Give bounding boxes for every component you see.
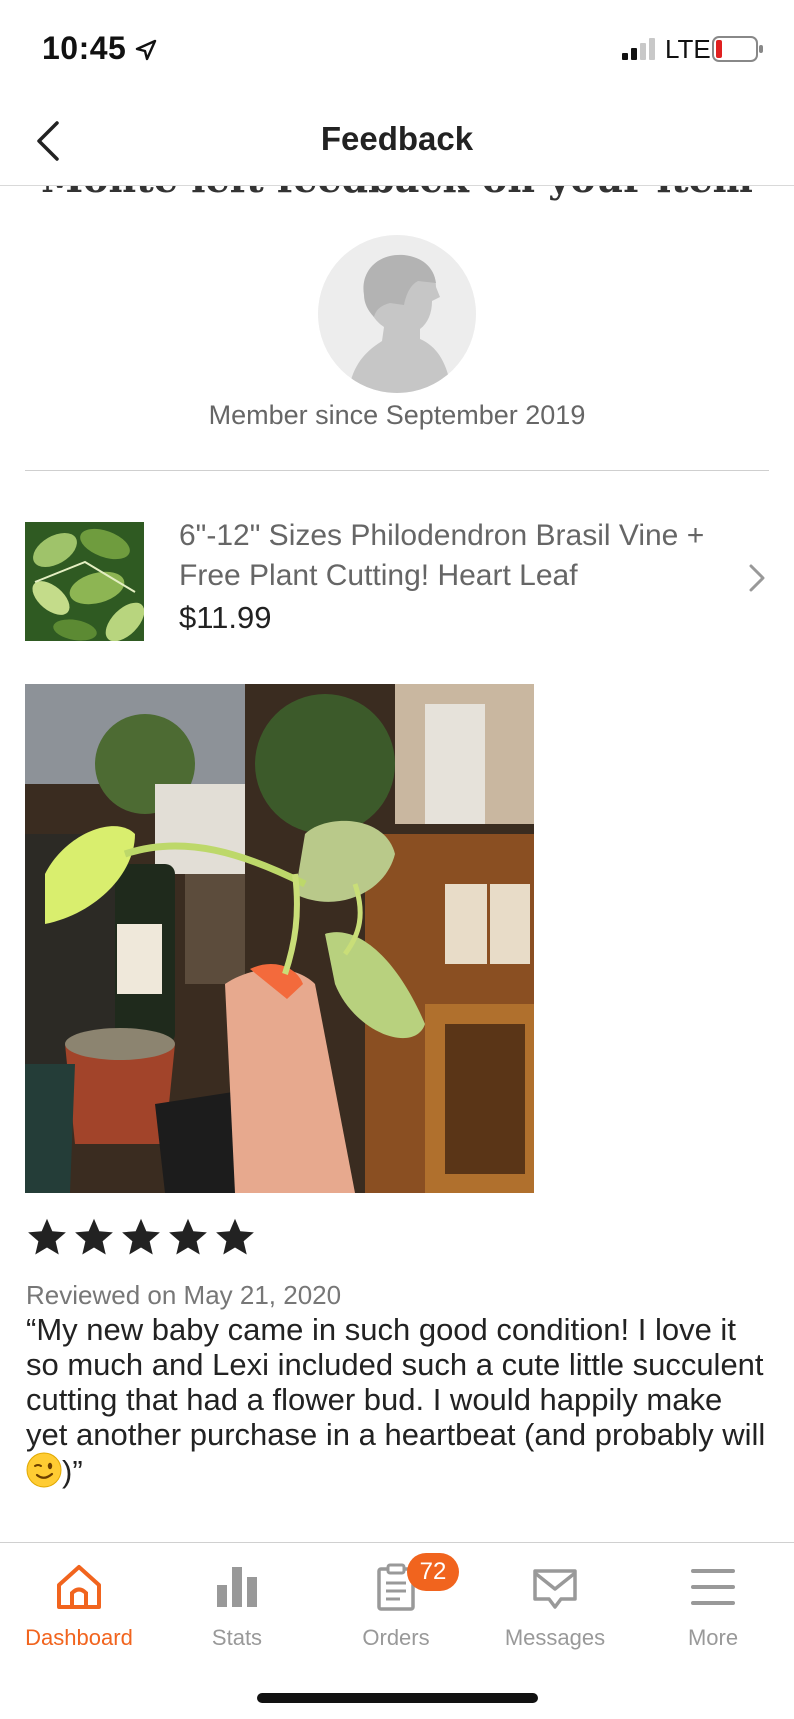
network-type: LTE: [665, 34, 711, 64]
tab-label: More: [687, 1625, 739, 1650]
listing-title: 6"-12" Sizes Philodendron Brasil Vine + …: [179, 519, 705, 592]
tab-label: Orders: [362, 1625, 430, 1650]
review-text: “My new baby came in such good condition…: [26, 1312, 766, 1489]
orders-badge: 72: [407, 1553, 459, 1591]
status-time: 10:45: [42, 30, 127, 66]
battery-icon: [712, 36, 763, 62]
listing-price: $11.99: [179, 600, 272, 635]
feedback-content[interactable]: Monte left feedback on your item Member …: [0, 186, 794, 1542]
review-text-body: “My new baby came in such good condition…: [26, 1312, 766, 1452]
feedback-headline: Monte left feedback on your item: [0, 186, 794, 201]
tab-label: Stats: [211, 1625, 263, 1650]
bar-chart-icon: [217, 1567, 257, 1607]
tab-dashboard[interactable]: Dashboard: [4, 1561, 154, 1661]
signal-strength-icon: [622, 38, 655, 60]
star-icon: [28, 1218, 66, 1255]
member-since-text: Member since September 2019: [208, 400, 586, 430]
review-date: Reviewed on May 21, 2020: [26, 1280, 342, 1310]
tab-messages[interactable]: Messages: [480, 1561, 630, 1661]
page-title: Feedback: [320, 120, 474, 157]
review-photo[interactable]: [25, 684, 534, 1193]
star-icon: [75, 1218, 113, 1255]
winking-face-icon: [26, 1452, 62, 1488]
nav-header: Feedback: [0, 96, 794, 186]
star-icon: [169, 1218, 207, 1255]
listing-row[interactable]: 6"-12" Sizes Philodendron Brasil Vine + …: [25, 519, 769, 646]
section-divider: [25, 470, 769, 471]
buyer-avatar[interactable]: [318, 235, 476, 393]
envelope-icon: [533, 1569, 577, 1609]
menu-icon: [691, 1569, 735, 1605]
tab-label: Messages: [504, 1625, 606, 1650]
status-bar: 10:45 LTE: [0, 0, 794, 96]
bottom-tab-bar: Dashboard Stats 72 Orders Messages More: [0, 1542, 794, 1719]
listing-thumbnail: [25, 522, 144, 641]
star-rating: [25, 1216, 257, 1260]
tab-orders[interactable]: 72 Orders: [321, 1553, 471, 1661]
star-icon: [122, 1218, 160, 1255]
chevron-right-icon: [749, 564, 765, 592]
home-indicator[interactable]: [257, 1693, 538, 1703]
location-arrow-icon: [135, 39, 157, 61]
star-icon: [216, 1218, 254, 1255]
home-icon: [57, 1565, 101, 1609]
tab-label: Dashboard: [25, 1625, 133, 1650]
review-text-end: )”: [62, 1454, 83, 1489]
tab-more[interactable]: More: [638, 1561, 788, 1661]
default-profile-icon: [318, 235, 476, 393]
tab-stats[interactable]: Stats: [162, 1561, 312, 1661]
